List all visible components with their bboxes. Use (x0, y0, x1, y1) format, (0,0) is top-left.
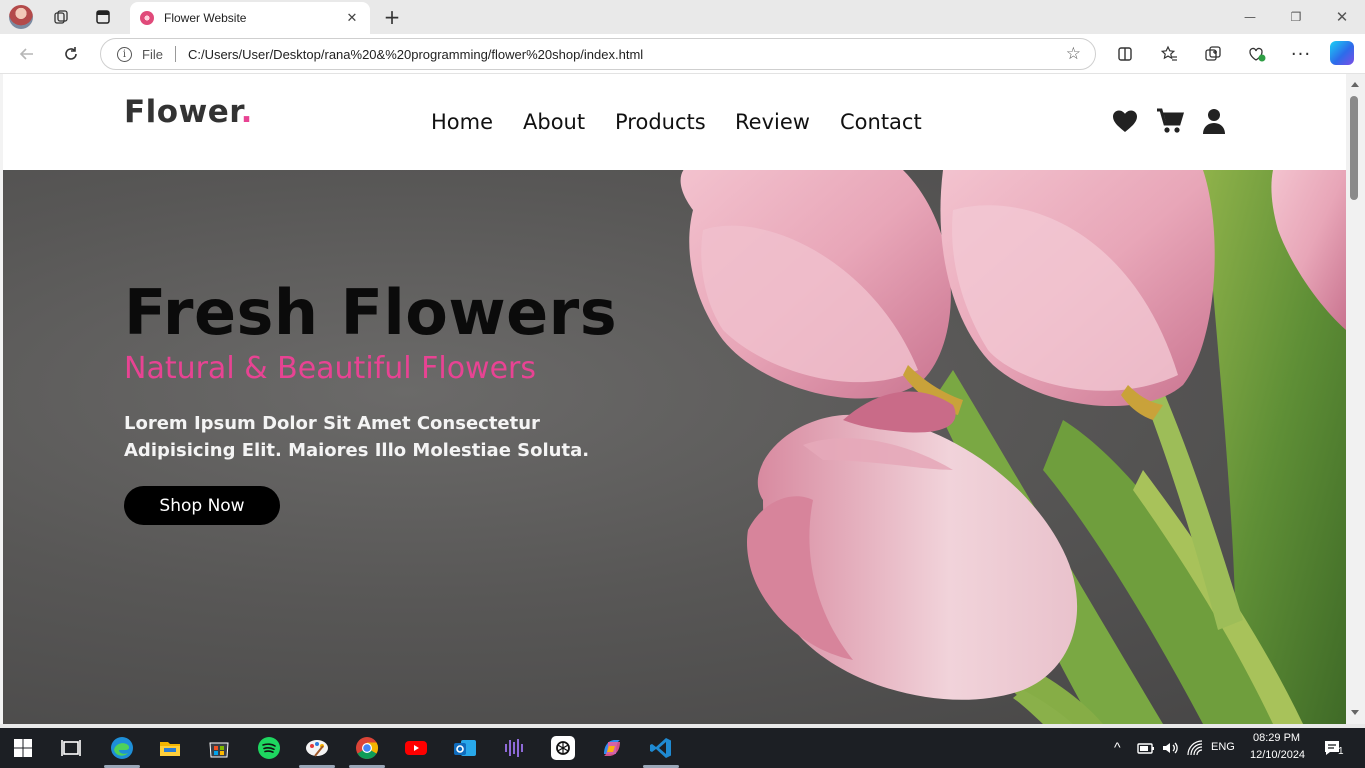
taskbar: ^ ENG 08:29 PM 12/10/2024 1 (0, 728, 1365, 768)
hero-section: Fresh Flowers Natural & Beautiful Flower… (3, 170, 1346, 724)
nav-about[interactable]: About (523, 110, 585, 134)
microsoft-store-icon[interactable] (207, 736, 231, 760)
hero-title: Fresh Flowers (124, 276, 618, 349)
profile-avatar[interactable] (9, 5, 33, 29)
scroll-up-icon[interactable] (1351, 82, 1359, 87)
vscode-icon[interactable] (649, 736, 673, 760)
divider (174, 46, 176, 62)
favorites-icon[interactable] (1155, 42, 1183, 66)
scroll-down-icon[interactable] (1351, 710, 1359, 715)
close-tab-icon[interactable]: ✕ (342, 8, 362, 28)
spotify-icon[interactable] (257, 736, 281, 760)
heart-icon[interactable] (1110, 106, 1140, 136)
close-window-icon[interactable]: ✕ (1322, 4, 1362, 30)
copilot-app-icon[interactable] (600, 736, 624, 760)
favorite-star-icon[interactable]: ☆ (1066, 44, 1081, 64)
nav-products[interactable]: Products (615, 110, 706, 134)
youtube-icon[interactable] (404, 736, 428, 760)
address-bar-row: i File C:/Users/User/Desktop/rana%20&%20… (0, 34, 1365, 74)
copilot-icon[interactable] (1330, 41, 1354, 65)
windows-start-icon[interactable] (11, 736, 35, 760)
volume-icon[interactable] (1160, 738, 1180, 758)
clock-time[interactable]: 08:29 PM (1253, 732, 1300, 744)
notification-count: 1 (1338, 746, 1344, 757)
info-icon[interactable]: i (117, 46, 132, 62)
tray-overflow-icon[interactable]: ^ (1114, 739, 1121, 755)
flower-favicon-icon (140, 11, 154, 25)
workspaces-icon[interactable] (47, 5, 75, 29)
refresh-icon[interactable] (58, 42, 84, 66)
split-screen-icon[interactable] (1111, 42, 1139, 66)
outlook-icon[interactable] (453, 736, 477, 760)
nav-contact[interactable]: Contact (840, 110, 922, 134)
edge-icon[interactable] (110, 736, 134, 760)
user-icon[interactable] (1199, 106, 1229, 136)
minimize-icon[interactable]: — (1230, 4, 1270, 30)
file-label: File (142, 46, 163, 62)
cart-icon[interactable] (1155, 106, 1185, 136)
back-icon[interactable] (14, 42, 40, 66)
page-viewport: Flower. Home About Products Review Conta… (3, 74, 1346, 724)
more-options-icon[interactable]: ··· (1287, 42, 1315, 66)
site-logo[interactable]: Flower. (124, 94, 253, 130)
nav-review[interactable]: Review (735, 110, 810, 134)
audio-app-icon[interactable] (502, 736, 526, 760)
logo-text: Flower (124, 94, 241, 130)
paint-icon[interactable] (305, 736, 329, 760)
network-icon[interactable] (1185, 738, 1205, 758)
shop-now-button[interactable]: Shop Now (124, 486, 280, 525)
battery-icon[interactable] (1136, 738, 1156, 758)
clock-date[interactable]: 12/10/2024 (1250, 749, 1305, 761)
chrome-icon[interactable] (355, 736, 379, 760)
tab-bar: Flower Website ✕ + — ❐ ✕ (0, 0, 1365, 34)
site-header: Flower. Home About Products Review Conta… (3, 74, 1346, 170)
active-tab[interactable]: Flower Website ✕ (130, 2, 370, 34)
scroll-thumb[interactable] (1350, 96, 1358, 200)
collections-icon[interactable] (1199, 42, 1227, 66)
logo-dot: . (240, 94, 253, 130)
tab-title: Flower Website (164, 11, 247, 25)
language-indicator[interactable]: ENG (1211, 741, 1235, 753)
hero-description: Lorem Ipsum Dolor Sit Amet Consectetur A… (124, 413, 590, 461)
page-scrollbar[interactable] (1346, 74, 1365, 724)
chatgpt-icon[interactable] (551, 736, 575, 760)
restore-icon[interactable]: ❐ (1276, 4, 1316, 30)
task-view-icon[interactable] (59, 736, 83, 760)
hero-subtitle: Natural & Beautiful Flowers (124, 351, 537, 386)
file-explorer-icon[interactable] (158, 736, 182, 760)
new-tab-icon[interactable]: + (380, 5, 404, 29)
nav-home[interactable]: Home (431, 110, 493, 134)
vertical-tabs-icon[interactable] (89, 5, 117, 29)
browser-essentials-icon[interactable] (1243, 42, 1271, 66)
url-text[interactable]: C:/Users/User/Desktop/rana%20&%20program… (188, 47, 643, 62)
address-input[interactable]: i File C:/Users/User/Desktop/rana%20&%20… (100, 38, 1096, 70)
